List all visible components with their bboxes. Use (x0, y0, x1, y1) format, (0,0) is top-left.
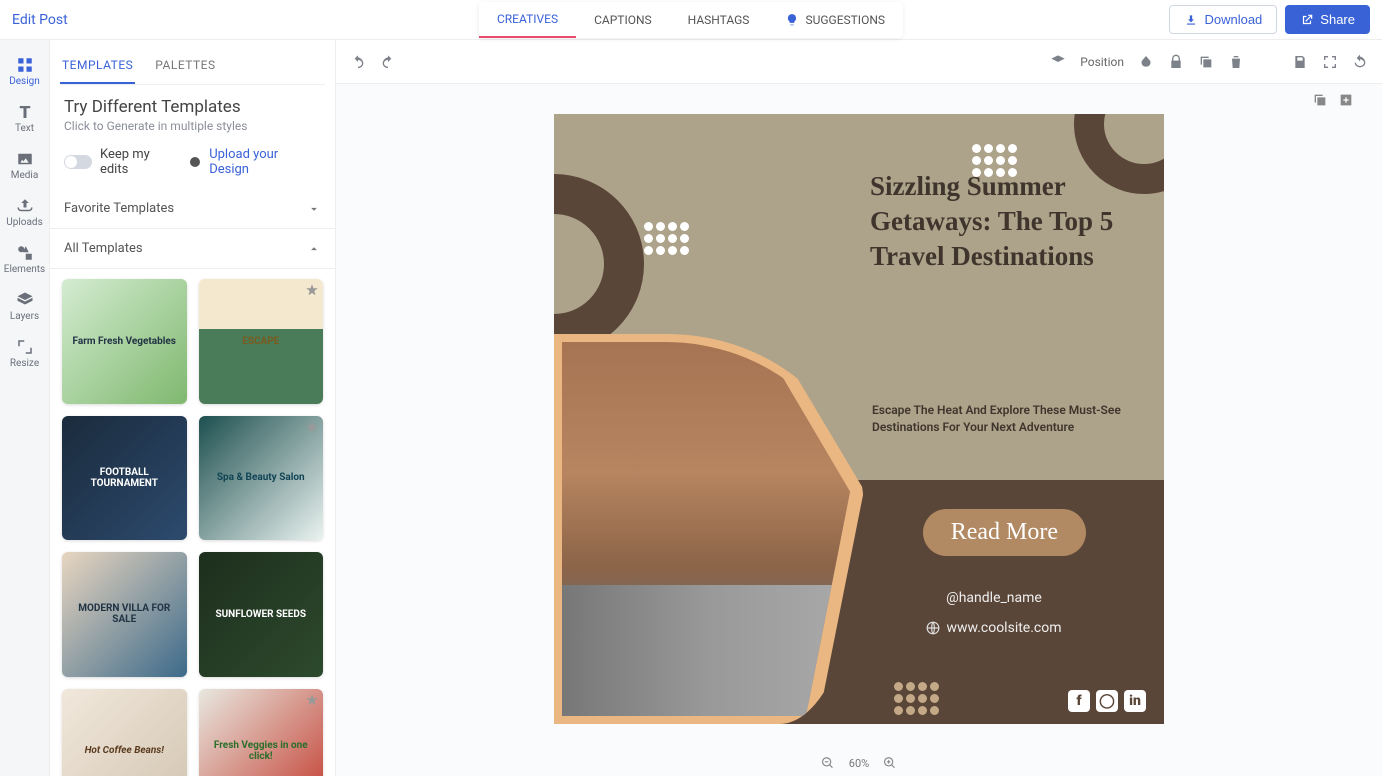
star-icon (305, 693, 319, 707)
undo-icon[interactable] (350, 54, 366, 70)
template-thumbnail[interactable]: SUNFLOWER SEEDS (199, 552, 324, 677)
redo-icon[interactable] (380, 54, 396, 70)
rail-media[interactable]: Media (0, 142, 49, 189)
duplicate-icon[interactable] (1198, 54, 1214, 70)
templates-heading: Try Different Templates (64, 97, 321, 117)
page-title[interactable]: Edit Post (12, 12, 68, 28)
template-thumbnail[interactable]: Spa & Beauty Salon (199, 416, 324, 541)
canvas-area: Position Sizzling S (336, 40, 1382, 776)
tab-suggestions[interactable]: SUGGESTIONS (767, 2, 903, 38)
tool-rail: Design Text Media Uploads Elements Layer… (0, 40, 50, 776)
reset-icon[interactable] (1352, 54, 1368, 70)
canvas-toolbar: Position (336, 40, 1382, 84)
tab-captions[interactable]: CAPTIONS (576, 2, 670, 38)
add-page-icon[interactable] (1338, 92, 1354, 108)
copy-page-icon[interactable] (1312, 92, 1328, 108)
sidebar-tab-palettes[interactable]: PALETTES (153, 48, 217, 84)
design-subtext[interactable]: Escape The Heat And Explore These Must-S… (872, 402, 1130, 436)
template-thumbnail[interactable]: FOOTBALL TOURNAMENT (62, 416, 187, 541)
template-thumbnail[interactable]: MODERN VILLA FOR SALE (62, 552, 187, 677)
template-thumbnail[interactable]: ESCAPE (199, 279, 324, 404)
tab-hashtags[interactable]: HASHTAGS (670, 2, 768, 38)
design-canvas[interactable]: Sizzling Summer Getaways: The Top 5 Trav… (554, 114, 1164, 724)
chevron-down-icon (307, 202, 321, 216)
position-label[interactable]: Position (1080, 55, 1124, 69)
design-social-icons: f ◯ in (1068, 690, 1146, 712)
template-thumbnail[interactable]: Fresh Veggies in one click! (199, 689, 324, 776)
sidebar-tab-templates[interactable]: TEMPLATES (60, 48, 135, 84)
top-tabs: CREATIVES CAPTIONS HASHTAGS SUGGESTIONS (479, 2, 903, 38)
decor-dots (894, 682, 938, 712)
design-handle[interactable]: @handle_name (884, 590, 1104, 606)
download-button[interactable]: Download (1169, 5, 1277, 34)
template-thumbnail[interactable]: Hot Coffee Beans! (62, 689, 187, 776)
star-icon (305, 420, 319, 434)
rail-layers[interactable]: Layers (0, 283, 49, 330)
decor-dots (644, 222, 688, 252)
canvas-viewport[interactable]: Sizzling Summer Getaways: The Top 5 Trav… (336, 84, 1382, 776)
facebook-icon[interactable]: f (1068, 690, 1090, 712)
zoom-out-icon[interactable] (821, 756, 835, 770)
linkedin-icon[interactable]: in (1124, 690, 1146, 712)
rail-resize[interactable]: Resize (0, 330, 49, 377)
zoom-value: 60% (849, 757, 869, 770)
favorites-accordion[interactable]: Favorite Templates (50, 189, 335, 229)
rail-design[interactable]: Design (0, 48, 49, 95)
delete-icon[interactable] (1228, 54, 1244, 70)
upload-design-link[interactable]: Upload your Design (209, 147, 321, 177)
all-templates-accordion[interactable]: All Templates (50, 229, 335, 269)
design-image-blob[interactable] (554, 334, 864, 724)
instagram-icon[interactable]: ◯ (1096, 690, 1118, 712)
star-icon (305, 283, 319, 297)
rail-text[interactable]: Text (0, 95, 49, 142)
keep-edits-toggle[interactable] (64, 155, 92, 169)
globe-icon (926, 621, 940, 635)
design-website[interactable]: www.coolsite.com (884, 620, 1104, 636)
rail-elements[interactable]: Elements (0, 236, 49, 283)
templates-grid: Farm Fresh Vegetables ESCAPE FOOTBALL TO… (50, 269, 335, 776)
sidebar: TEMPLATES PALETTES Try Different Templat… (50, 40, 336, 776)
lightbulb-icon (785, 13, 799, 27)
keep-edits-label: Keep my edits (100, 147, 181, 177)
tab-creatives[interactable]: CREATIVES (479, 2, 576, 38)
zoom-in-icon[interactable] (883, 756, 897, 770)
zoom-controls: 60% (821, 750, 897, 776)
decor-ring (554, 174, 644, 354)
lock-icon[interactable] (1168, 54, 1184, 70)
share-icon (1300, 13, 1314, 27)
rail-uploads[interactable]: Uploads (0, 189, 49, 236)
fullscreen-icon[interactable] (1322, 54, 1338, 70)
share-button[interactable]: Share (1285, 5, 1370, 34)
save-icon[interactable] (1292, 54, 1308, 70)
chevron-up-icon (307, 242, 321, 256)
download-icon (1184, 13, 1198, 27)
topbar-actions: Download Share (1169, 5, 1370, 34)
design-headline[interactable]: Sizzling Summer Getaways: The Top 5 Trav… (870, 169, 1130, 274)
info-icon (189, 156, 201, 168)
layers-toolbar-icon[interactable] (1050, 54, 1066, 70)
design-cta-button[interactable]: Read More (923, 509, 1086, 556)
opacity-icon[interactable] (1138, 54, 1154, 70)
template-thumbnail[interactable]: Farm Fresh Vegetables (62, 279, 187, 404)
templates-subheading: Click to Generate in multiple styles (64, 119, 321, 133)
